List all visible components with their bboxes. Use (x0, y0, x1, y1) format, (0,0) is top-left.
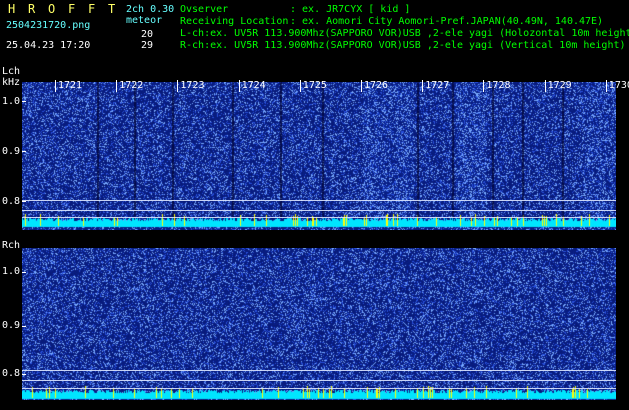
lch-unit-label: kHz (2, 77, 21, 88)
rch-ytick-mark-3 (22, 374, 26, 375)
filename: 2504231720.png (6, 20, 91, 31)
app-title-f2: F (88, 2, 96, 16)
lch-time-tick-mark (55, 80, 56, 92)
rch-ref-line-3 (22, 388, 616, 389)
lch-time-tick-1730: 1730 (608, 80, 629, 91)
lch-ytick-mark-2 (22, 151, 26, 152)
app-title-r: R (28, 2, 36, 16)
app-title-t: T (108, 2, 116, 16)
location-label: Receiving Location (180, 16, 289, 27)
lch-time-tick-1727: 1727 (425, 80, 450, 91)
app-title-h: H (8, 2, 16, 16)
lch-time-tick-mark (177, 80, 179, 92)
rch-ref-line-2 (22, 380, 616, 381)
lch-time-tick-1723: 1723 (180, 80, 205, 91)
lch-description: L-ch:ex. UV5R 113.900Mhz(SAPPORO VOR)USB… (180, 28, 629, 39)
app-title-o: O (48, 2, 56, 16)
rch-description: R-ch:ex. UV5R 113.900Mhz(SAPPORO VOR)USB… (180, 40, 626, 51)
lch-time-tick-1728: 1728 (486, 80, 511, 91)
lch-ref-line-1 (22, 200, 616, 201)
observer-label: Ovserver (180, 4, 229, 15)
lch-label: Lch (2, 66, 21, 77)
lch-time-tick-mark (605, 80, 607, 92)
lch-ytick-0-9: 0.9 (2, 146, 21, 157)
observer-value: : ex. JR7CYX [ kid ] (290, 4, 411, 15)
rch-meteor-count: 29 (141, 40, 154, 51)
rch-ytick-mark-1 (22, 272, 26, 273)
lch-ytick-mark-1 (22, 101, 26, 102)
lch-time-tick-mark (483, 80, 485, 92)
lch-ref-line-2 (22, 210, 616, 211)
lch-time-tick-mark (299, 80, 301, 92)
location-value: : ex. Aomori City Aomori-Pref.JAPAN(40.4… (290, 16, 604, 27)
rch-spectrogram (22, 248, 616, 400)
rch-ytick-1-0: 1.0 (2, 266, 21, 277)
lch-time-tick-mark (238, 80, 240, 92)
lch-time-tick-mark (544, 80, 546, 92)
lch-time-tick-mark (422, 80, 424, 92)
lch-time-tick-mark (361, 80, 362, 92)
rch-ytick-0-9: 0.9 (2, 320, 21, 331)
lch-time-tick-1725: 1725 (302, 80, 327, 91)
lch-time-tick-mark (116, 80, 118, 92)
lch-spectrogram (22, 82, 616, 230)
meteor-label: meteor (126, 15, 163, 26)
app-title-f1: F (68, 2, 76, 16)
lch-time-tick-1721: 1721 (58, 80, 83, 91)
lch-time-tick-1729: 1729 (547, 80, 572, 91)
lch-ref-line-3 (22, 217, 616, 218)
lch-ytick-mark-3 (22, 201, 26, 202)
rch-label: Rch (2, 240, 21, 251)
lch-ytick-1-0: 1.0 (2, 96, 21, 107)
rch-ref-line-1 (22, 370, 616, 371)
lch-ytick-0-8: 0.8 (2, 196, 21, 207)
lch-time-tick-1724: 1724 (241, 80, 266, 91)
rch-ytick-0-8: 0.8 (2, 368, 21, 379)
lch-time-tick-1726: 1726 (364, 80, 389, 91)
datetime: 25.04.23 17:20 (6, 40, 91, 51)
lch-time-tick-1722: 1722 (119, 80, 144, 91)
rch-ytick-mark-2 (22, 326, 26, 327)
